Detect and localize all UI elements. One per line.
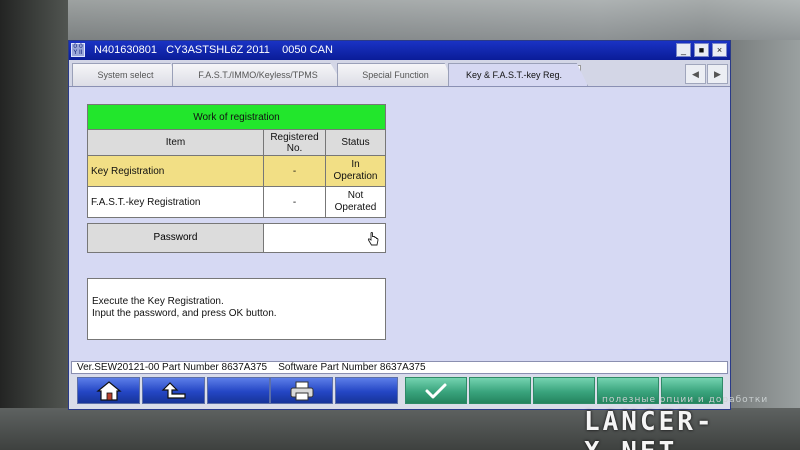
hand-cursor-icon: [367, 232, 379, 246]
tab-prev-button[interactable]: ◀: [685, 64, 706, 84]
ok-button[interactable]: [405, 377, 467, 404]
tab-fast-immo[interactable]: F.A.S.T./IMMO/Keyless/TPMS: [172, 63, 344, 86]
close-window-button[interactable]: ×: [712, 43, 727, 57]
password-row: Password: [87, 223, 386, 253]
tab-system-select[interactable]: System select: [72, 63, 179, 86]
password-input[interactable]: [264, 224, 385, 252]
window-title: N401630801 CY3ASTSHL6Z 2011 0050 CAN: [94, 44, 333, 56]
app-icon: 0 0 Y II: [71, 43, 85, 57]
table-row[interactable]: F.A.S.T.-key Registration - Not Operated: [87, 186, 386, 218]
printer-icon: [290, 381, 313, 400]
row-registered-no: -: [263, 186, 326, 218]
title-bar: 0 0 Y II N401630801 CY3ASTSHL6Z 2011 005…: [69, 41, 730, 60]
back-button[interactable]: [142, 377, 205, 404]
minimize-button[interactable]: _: [676, 43, 691, 57]
toolbar-blank-button[interactable]: [533, 377, 595, 404]
toolbar-blank-button[interactable]: [469, 377, 531, 404]
checkmark-icon: [425, 383, 447, 398]
password-label: Password: [88, 224, 264, 252]
background-top: [0, 0, 800, 40]
return-arrow-icon: [161, 381, 186, 399]
column-header-registered: Registered No.: [263, 129, 326, 156]
table-row[interactable]: Key Registration - In Operation: [87, 155, 386, 187]
main-content: Work of registration Item Registered No.…: [69, 88, 730, 361]
column-header-status: Status: [325, 129, 386, 156]
row-item: Key Registration: [87, 155, 264, 187]
version-bar: Ver.SEW20121-00 Part Number 8637A375 Sof…: [71, 361, 728, 374]
row-status: Not Operated: [325, 186, 386, 218]
print-button[interactable]: [270, 377, 333, 404]
row-registered-no: -: [263, 155, 326, 187]
message-line-1: Execute the Key Registration.: [92, 296, 224, 307]
instruction-message: Execute the Key Registration. Input the …: [87, 278, 386, 340]
tab-next-button[interactable]: ▶: [707, 64, 728, 84]
row-item: F.A.S.T.-key Registration: [87, 186, 264, 218]
tab-special-function[interactable]: Special Function: [337, 63, 454, 86]
registration-table: Work of registration Item Registered No.…: [87, 104, 386, 218]
row-status: In Operation: [325, 155, 386, 187]
background-left: [0, 0, 68, 450]
column-header-item: Item: [87, 129, 264, 156]
home-icon: [95, 380, 122, 401]
maximize-button[interactable]: ■: [694, 43, 709, 57]
tab-key-registration[interactable]: Key & F.A.S.T.-key Reg.: [448, 63, 588, 86]
watermark-subtitle: полезные опции и доработки: [602, 395, 769, 405]
diagnostic-window: 0 0 Y II N401630801 CY3ASTSHL6Z 2011 005…: [68, 40, 731, 410]
tab-bar: System select F.A.S.T./IMMO/Keyless/TPMS…: [69, 60, 730, 87]
table-header: Work of registration: [87, 104, 386, 130]
home-button[interactable]: [77, 377, 140, 404]
watermark-logo: LANCER-X.NET: [584, 407, 715, 450]
toolbar-blank-button[interactable]: [207, 377, 270, 404]
toolbar-blank-button[interactable]: [335, 377, 398, 404]
message-line-2: Input the password, and press OK button.: [92, 308, 277, 319]
